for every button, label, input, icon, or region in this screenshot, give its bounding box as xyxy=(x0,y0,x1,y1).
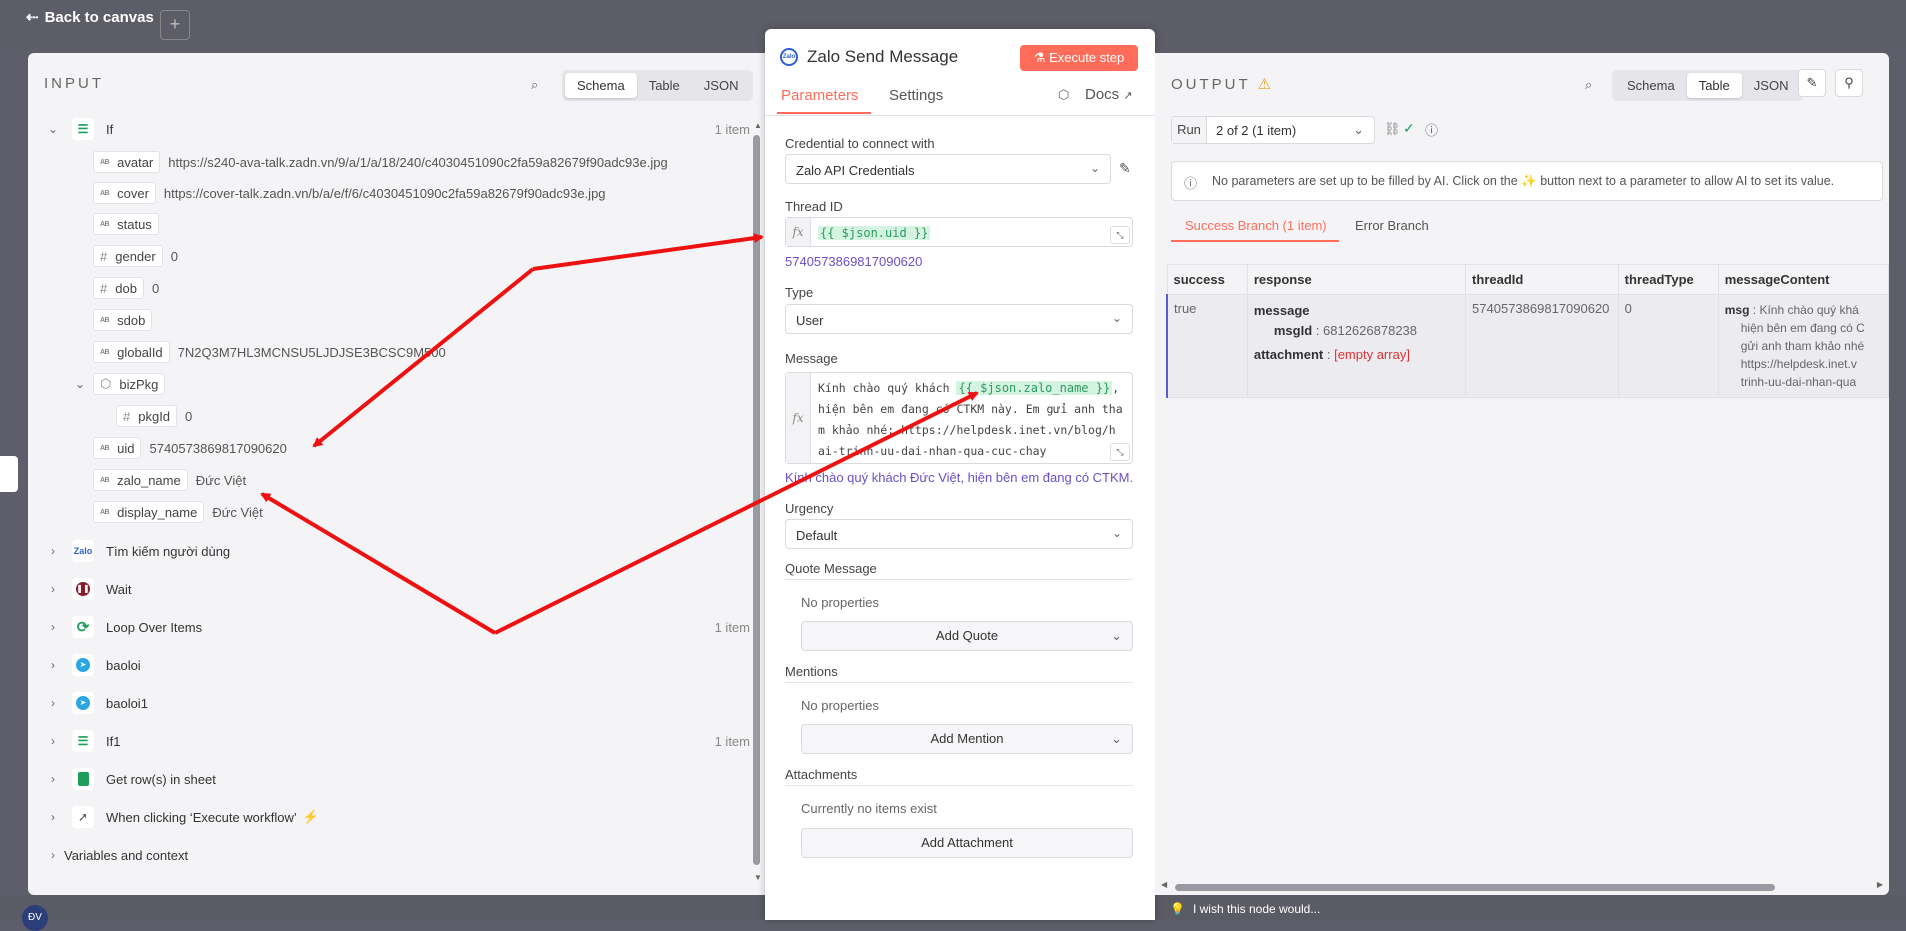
arrow-zalo-name-right xyxy=(494,391,979,635)
annotation-arrows xyxy=(260,233,979,635)
arrow-uid-to-thread xyxy=(532,233,764,271)
arrow-thread-to-uid xyxy=(312,267,535,448)
arrow-zalo-name-left xyxy=(260,492,497,635)
